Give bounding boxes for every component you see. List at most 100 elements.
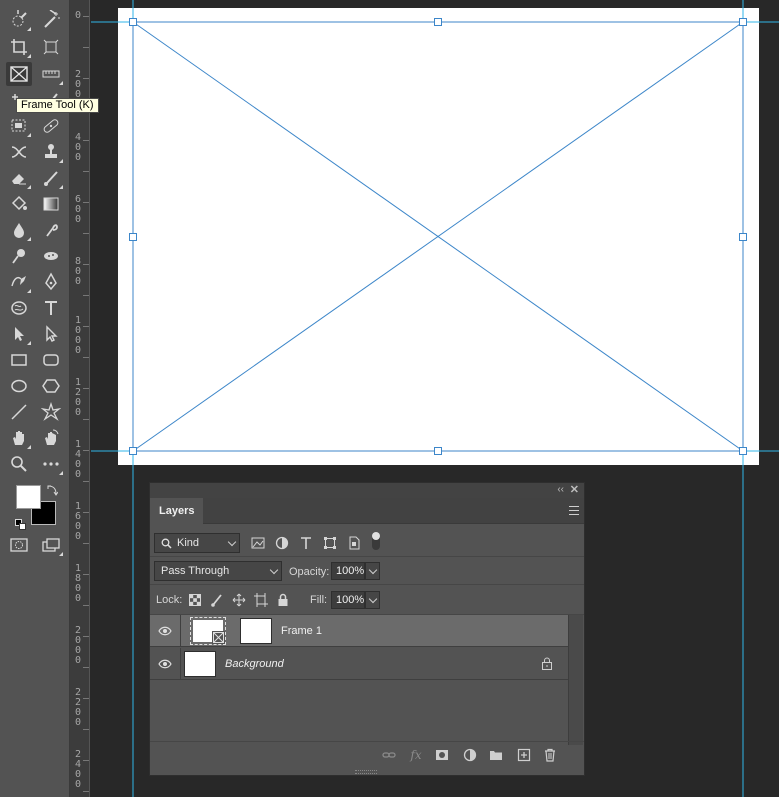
tab-layers[interactable]: Layers (150, 498, 204, 525)
ruler-label: 1 0 0 0 (74, 315, 82, 356)
dodge-tool[interactable] (6, 244, 32, 268)
opacity-dropdown-button[interactable] (365, 562, 380, 580)
swap-colors-icon[interactable] (46, 482, 59, 496)
layers-scrollbar[interactable] (568, 615, 583, 745)
brain-tool[interactable] (6, 296, 32, 320)
screen-mode-icon (42, 538, 60, 552)
gradient-tool[interactable] (38, 192, 64, 216)
frame-content-thumbnail[interactable] (240, 618, 272, 644)
quick-mask-button[interactable] (6, 533, 32, 557)
blur-tool[interactable] (6, 218, 32, 242)
ruler-label: 1 6 0 0 (74, 501, 82, 542)
filter-pixel-icon[interactable] (250, 535, 266, 551)
ruler-tick (83, 729, 89, 730)
smudge-tool[interactable] (38, 218, 64, 242)
more-tools[interactable] (38, 452, 64, 476)
frame-tool-tooltip: Frame Tool (K) (16, 98, 99, 113)
layer-row-frame-1[interactable]: Frame 1 (150, 615, 568, 647)
rotate-view-tool[interactable] (38, 426, 64, 450)
object-selection-tool[interactable] (6, 114, 32, 138)
panel-header-bar[interactable]: ‹‹ ✕ (150, 483, 584, 498)
ellipse-tool[interactable] (6, 374, 32, 398)
visibility-column-divider (180, 648, 181, 680)
background-layer-thumbnail[interactable] (184, 651, 216, 677)
eye-visibility-icon[interactable] (158, 658, 172, 670)
add-mask-icon[interactable] (434, 747, 450, 763)
clone-stamp-tool[interactable] (38, 140, 64, 164)
filter-adjustment-icon[interactable] (274, 535, 290, 551)
filter-smart-object-icon[interactable] (346, 535, 362, 551)
ruler-tick (83, 481, 89, 482)
new-layer-icon[interactable] (516, 747, 532, 763)
direct-selection-tool[interactable] (38, 322, 64, 346)
blend-mode-select[interactable]: Pass Through (154, 561, 282, 581)
layers-list: Frame 1 Background (150, 615, 568, 745)
filter-toggle-switch[interactable] (372, 532, 380, 550)
layer-row-background[interactable]: Background (150, 648, 568, 680)
hand-tool[interactable] (6, 426, 32, 450)
line-tool[interactable] (6, 400, 32, 424)
path-selection-tool[interactable] (6, 322, 32, 346)
eye-visibility-icon[interactable] (158, 625, 172, 637)
delete-layer-icon[interactable] (542, 747, 558, 763)
smudge-icon (46, 224, 58, 237)
close-panel-icon[interactable]: ✕ (570, 484, 579, 496)
polygon-tool[interactable] (38, 374, 64, 398)
ruler-tool[interactable] (38, 62, 64, 86)
frame-tool[interactable] (6, 62, 32, 86)
frame-layer-thumbnail[interactable] (190, 617, 226, 645)
panel-resize-grip[interactable] (355, 770, 377, 774)
quick-selection-tool[interactable] (6, 8, 32, 32)
vertical-ruler[interactable]: 0 2 0 0 4 0 0 6 0 0 8 0 0 1 0 0 0 1 2 0 … (70, 0, 90, 797)
magic-wand-tool[interactable] (38, 8, 64, 32)
ellipse-tool-icon (11, 379, 27, 393)
lock-all-icon[interactable] (275, 592, 291, 608)
lock-transparent-pixels-icon[interactable] (187, 592, 203, 608)
rectangle-tool[interactable] (6, 348, 32, 372)
fill-dropdown-button[interactable] (365, 591, 380, 609)
default-colors-icon[interactable] (15, 516, 27, 530)
new-adjustment-layer-icon[interactable] (462, 747, 478, 763)
lock-image-pixels-icon[interactable] (209, 592, 225, 608)
collapse-panel-icon[interactable]: ‹‹ (557, 484, 564, 496)
content-aware-move-icon (11, 146, 27, 158)
panel-menu-icon[interactable] (569, 506, 579, 515)
lock-artboard-icon[interactable] (253, 592, 269, 608)
ruler-tick (83, 760, 89, 761)
document-canvas[interactable] (118, 8, 759, 465)
type-tool[interactable] (38, 296, 64, 320)
filter-shape-icon[interactable] (322, 535, 338, 551)
link-layers-icon[interactable] (381, 747, 397, 763)
custom-shape-tool[interactable] (38, 400, 64, 424)
content-aware-move-tool[interactable] (6, 140, 32, 164)
screen-mode-button[interactable] (38, 533, 64, 557)
rounded-rectangle-tool[interactable] (38, 348, 64, 372)
layer-name-frame-1[interactable]: Frame 1 (281, 624, 322, 638)
perspective-crop-tool[interactable] (38, 35, 64, 59)
fill-input[interactable]: 100% (331, 591, 365, 609)
lock-label: Lock: (156, 594, 183, 606)
brush-tool[interactable] (38, 166, 64, 190)
layer-lock-icon[interactable] (541, 657, 553, 670)
crop-tool[interactable] (6, 35, 32, 59)
filter-type-icon[interactable] (298, 535, 314, 551)
new-group-icon[interactable] (488, 747, 504, 763)
pen-tool[interactable] (38, 270, 64, 294)
paintbrush-icon (44, 171, 58, 186)
hand-tool-icon (13, 431, 24, 445)
foreground-color-swatch[interactable] (16, 485, 41, 509)
paint-bucket-icon (11, 195, 27, 211)
paint-bucket-tool[interactable] (6, 192, 32, 216)
opacity-input[interactable]: 100% (331, 562, 365, 580)
ruler-label: 6 0 0 (74, 194, 82, 225)
zoom-tool[interactable] (6, 452, 32, 476)
filter-kind-select[interactable]: Kind (154, 533, 240, 553)
freeform-pen-tool[interactable] (6, 270, 32, 294)
ruler-tick (83, 450, 89, 451)
sponge-tool[interactable] (38, 244, 64, 268)
eraser-tool[interactable] (6, 166, 32, 190)
healing-brush-tool[interactable] (38, 114, 64, 138)
layer-effects-icon[interactable]: fx (408, 747, 424, 763)
layer-name-background[interactable]: Background (225, 657, 284, 671)
lock-position-icon[interactable] (231, 592, 247, 608)
